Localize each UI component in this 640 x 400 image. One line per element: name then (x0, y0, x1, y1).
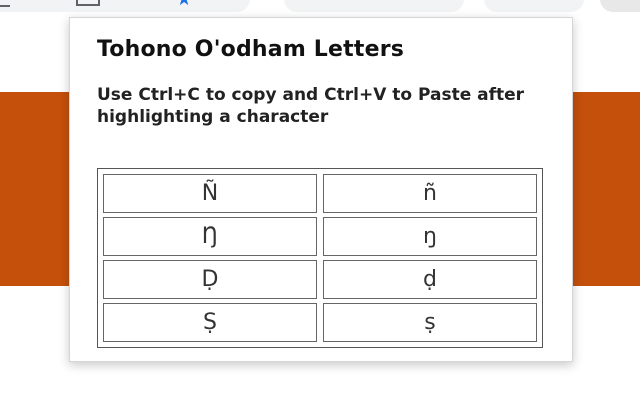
popup-title: Tohono O'odham Letters (97, 37, 405, 62)
lowercase-letter-cell[interactable]: ŋ (323, 217, 537, 256)
uppercase-letter-cell[interactable]: Ŋ (103, 217, 317, 256)
tab-square-icon[interactable] (76, 0, 100, 6)
uppercase-letter-cell[interactable]: Ḍ (103, 260, 317, 299)
extension-pill[interactable] (484, 0, 584, 12)
screen: ★ Tohono O'odham Letters Use Ctrl+C to c… (0, 0, 640, 400)
profile-pill[interactable] (600, 0, 640, 12)
lowercase-letter-cell[interactable]: ṣ (323, 303, 537, 342)
uppercase-letter-cell[interactable]: Ñ (103, 174, 317, 213)
extension-popup: Tohono O'odham Letters Use Ctrl+C to cop… (69, 17, 573, 362)
extension-pill[interactable] (284, 0, 464, 12)
menu-dash-icon[interactable] (0, 5, 10, 7)
lowercase-letter-cell[interactable]: ḍ (323, 260, 537, 299)
letters-table: ÑñŊŋḌḍṢṣ (97, 168, 543, 348)
uppercase-letter-cell[interactable]: Ṣ (103, 303, 317, 342)
popup-instructions: Use Ctrl+C to copy and Ctrl+V to Paste a… (97, 85, 525, 127)
lowercase-letter-cell[interactable]: ñ (323, 174, 537, 213)
address-bar[interactable] (0, 0, 250, 12)
bookmark-star-icon[interactable]: ★ (176, 0, 192, 9)
browser-toolbar: ★ (0, 0, 640, 17)
